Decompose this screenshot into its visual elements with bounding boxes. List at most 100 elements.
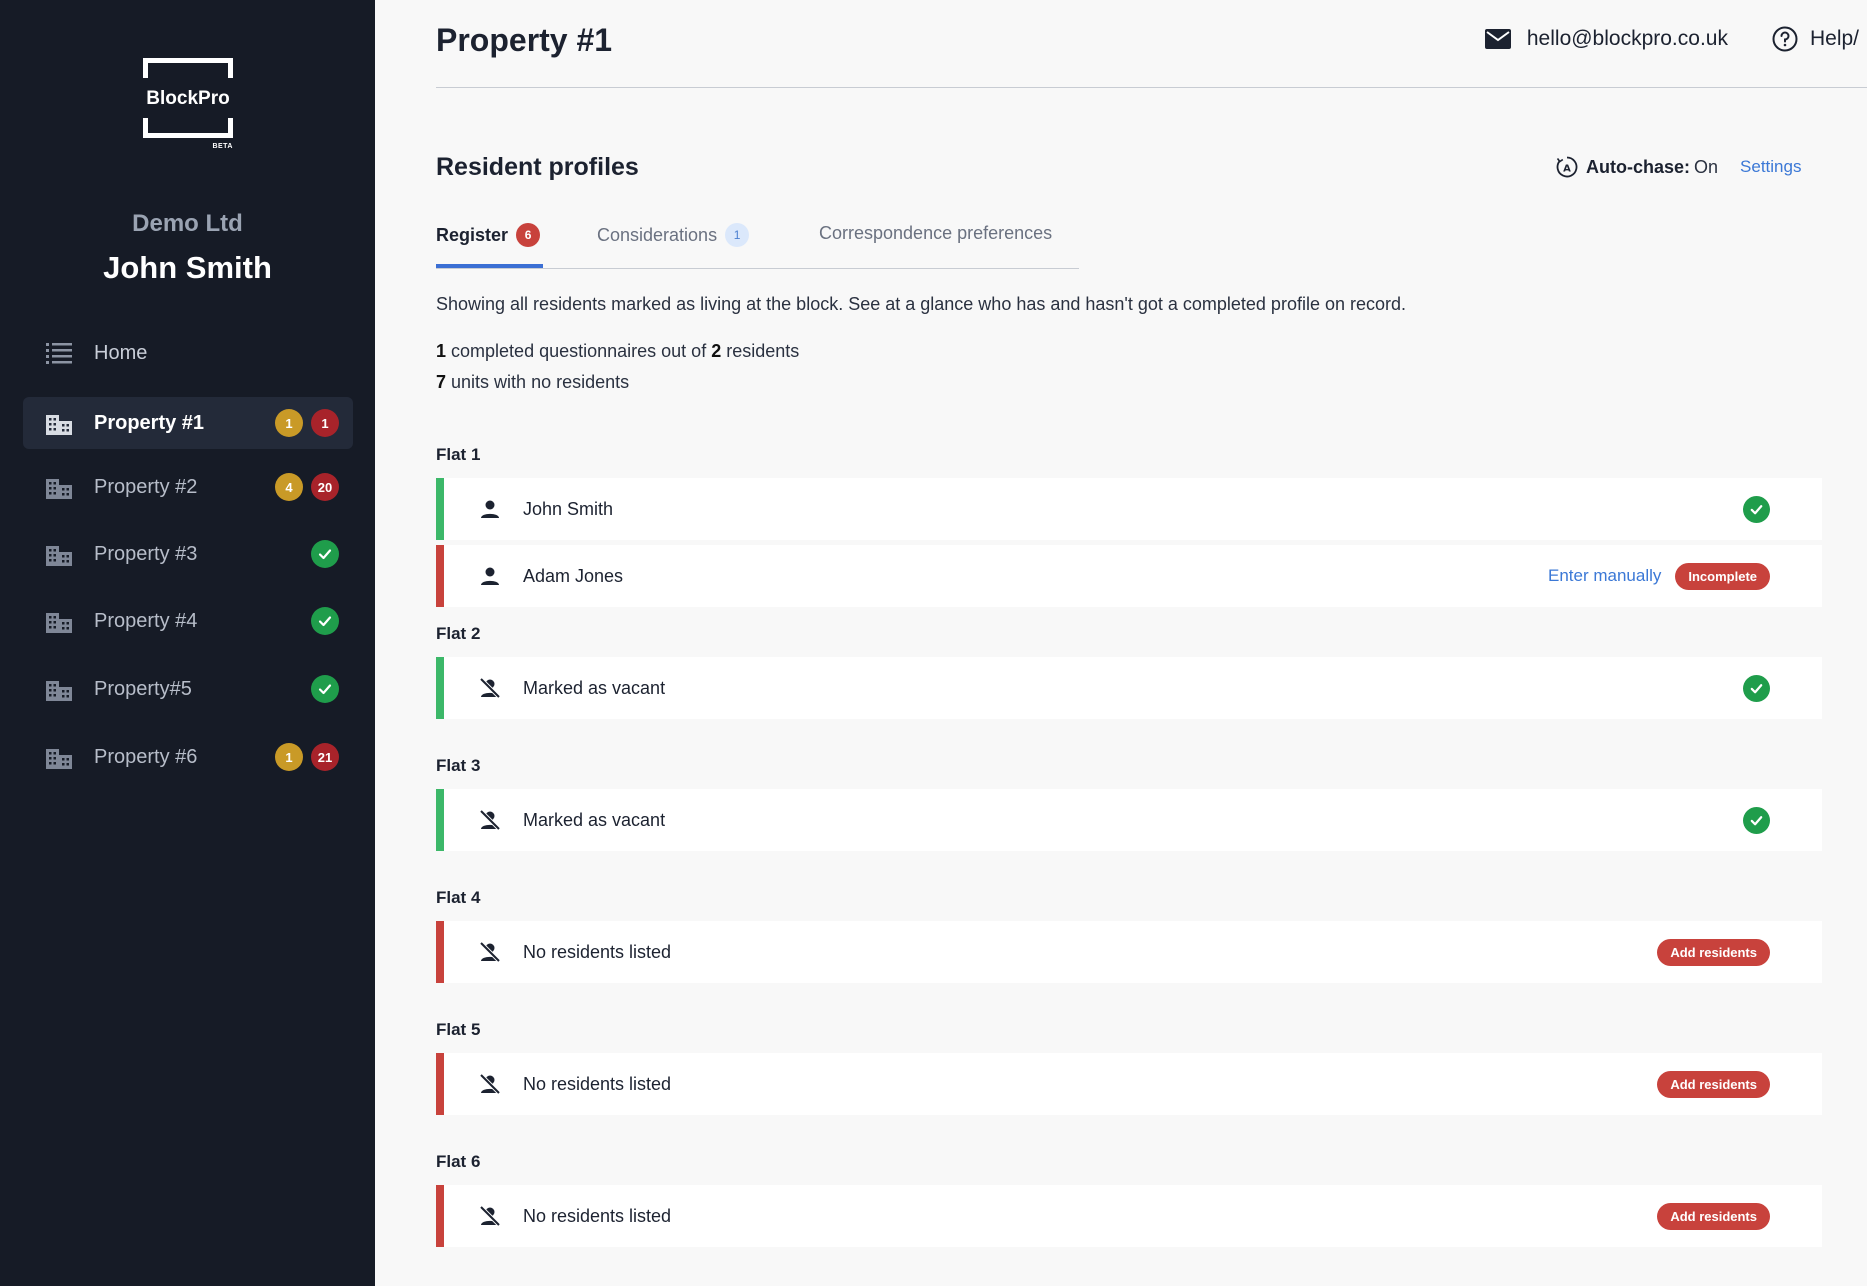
nav-property-label: Property #3 bbox=[94, 542, 198, 565]
no-person-icon bbox=[477, 1205, 503, 1227]
nav-property-label: Property #4 bbox=[94, 609, 198, 632]
user-name: John Smith bbox=[103, 250, 272, 285]
add-residents-button[interactable]: Add residents bbox=[1657, 1070, 1770, 1098]
help-label: Help/ bbox=[1809, 27, 1859, 50]
pending-count-badge: 1 bbox=[275, 409, 303, 437]
header-divider bbox=[436, 87, 1867, 88]
residents-text: residents bbox=[726, 341, 800, 361]
add-residents-button[interactable]: Add residents bbox=[1657, 938, 1770, 966]
nav-property-label: Property #6 bbox=[94, 745, 198, 768]
empty-units-text: units with no residents bbox=[451, 372, 630, 392]
blockpro-logo[interactable]: BlockPro BETA bbox=[143, 58, 233, 150]
vacancy-text: Marked as vacant bbox=[523, 677, 666, 698]
section-title: Resident profiles bbox=[436, 153, 639, 181]
no-person-icon bbox=[477, 941, 503, 963]
flat-label: Flat 3 bbox=[436, 756, 481, 775]
tab-label: Correspondence preferences bbox=[819, 223, 1053, 243]
logo-bracket-bottom bbox=[143, 118, 233, 138]
empty-unit-text: No residents listed bbox=[523, 1073, 672, 1094]
completed-text: completed questionnaires out of bbox=[451, 341, 707, 361]
alert-count-badge: 1 bbox=[311, 409, 339, 437]
check-circle-icon bbox=[1743, 806, 1770, 834]
register-description: Showing all residents marked as living a… bbox=[436, 294, 1407, 314]
header-actions: hello@blockpro.co.uk Help/ bbox=[1484, 26, 1867, 52]
empty-unit-row[interactable]: No residents listed Add residents bbox=[436, 1185, 1822, 1247]
empty-unit-text: No residents listed bbox=[523, 1205, 672, 1226]
vacancy-row[interactable]: Marked as vacant bbox=[436, 657, 1822, 719]
auto-chase-status: A Auto-chase: On Settings bbox=[1556, 156, 1801, 178]
flat-label: Flat 1 bbox=[436, 445, 481, 464]
incomplete-badge: Incomplete bbox=[1675, 562, 1770, 590]
resident-row[interactable]: Adam Jones Enter manually Incomplete bbox=[436, 545, 1822, 607]
nav-property-label: Property#5 bbox=[94, 677, 192, 700]
check-circle-icon bbox=[311, 607, 339, 635]
check-circle-icon bbox=[1743, 495, 1770, 523]
logo-bracket-top bbox=[143, 58, 233, 78]
help-circle-icon bbox=[1772, 26, 1798, 52]
add-residents-button[interactable]: Add residents bbox=[1657, 1202, 1770, 1230]
building-icon bbox=[46, 613, 72, 633]
nav-property-1[interactable]: Property #1 1 1 bbox=[23, 397, 353, 449]
nav-home[interactable]: Home bbox=[46, 335, 147, 371]
nav-property-6[interactable]: Property #6 1 21 bbox=[23, 731, 353, 783]
nav-home-label: Home bbox=[94, 341, 148, 364]
residents-count: 2 bbox=[711, 341, 722, 361]
contact-email-link[interactable]: hello@blockpro.co.uk bbox=[1484, 27, 1728, 51]
help-link[interactable]: Help/ bbox=[1772, 26, 1859, 52]
tab-considerations[interactable]: Considerations 1 bbox=[597, 223, 750, 247]
pending-count-badge: 1 bbox=[275, 743, 303, 771]
nav-property-4[interactable]: Property #4 bbox=[23, 595, 353, 647]
building-icon bbox=[46, 681, 72, 701]
sidebar: BlockPro BETA Demo Ltd John Smith Home P… bbox=[0, 0, 375, 1286]
nav-property-label: Property #1 bbox=[94, 411, 205, 434]
empty-units-stat: 7 units with no residents bbox=[436, 372, 629, 393]
vacancy-row[interactable]: Marked as vacant bbox=[436, 789, 1822, 851]
enter-manually-link[interactable]: Enter manually bbox=[1548, 566, 1661, 586]
tab-label: Register bbox=[436, 224, 509, 245]
tab-register[interactable]: Register 6 bbox=[436, 223, 541, 247]
auto-chase-value: On bbox=[1694, 156, 1719, 177]
empty-unit-row[interactable]: No residents listed Add residents bbox=[436, 921, 1822, 983]
check-circle-icon bbox=[311, 540, 339, 568]
flat-label: Flat 6 bbox=[436, 1152, 481, 1171]
company-name: Demo Ltd bbox=[132, 210, 243, 237]
tab-count-badge: 1 bbox=[725, 223, 750, 247]
building-icon bbox=[46, 546, 72, 566]
vacancy-text: Marked as vacant bbox=[523, 809, 666, 830]
settings-link[interactable]: Settings bbox=[1740, 157, 1801, 177]
active-tab-indicator bbox=[436, 264, 543, 268]
alert-count-badge: 20 bbox=[311, 473, 339, 501]
logo-text: BlockPro bbox=[146, 88, 230, 109]
pending-count-badge: 4 bbox=[275, 473, 303, 501]
resident-name: Adam Jones bbox=[523, 565, 624, 586]
beta-label: BETA bbox=[212, 143, 233, 150]
no-person-icon bbox=[477, 1073, 503, 1095]
nav-property-3[interactable]: Property #3 bbox=[23, 528, 353, 580]
no-person-icon bbox=[477, 809, 503, 831]
profile-tabs: Register 6 Considerations 1 Corresponden… bbox=[436, 220, 1079, 269]
building-icon bbox=[46, 479, 72, 499]
flat-label: Flat 5 bbox=[436, 1020, 481, 1039]
completed-stat: 1 completed questionnaires out of 2 resi… bbox=[436, 341, 799, 362]
mail-icon bbox=[1484, 29, 1511, 49]
building-icon bbox=[46, 749, 72, 769]
page-title: Property #1 bbox=[436, 22, 613, 58]
auto-mode-icon: A bbox=[1556, 156, 1578, 178]
svg-text:A: A bbox=[1563, 164, 1571, 175]
person-icon bbox=[477, 566, 503, 586]
empty-units-count: 7 bbox=[436, 372, 447, 392]
tab-correspondence-preferences[interactable]: Correspondence preferences bbox=[819, 223, 1052, 244]
alert-count-badge: 21 bbox=[311, 743, 339, 771]
resident-row[interactable]: John Smith bbox=[436, 478, 1822, 540]
completed-count: 1 bbox=[436, 341, 447, 361]
tab-count-badge: 6 bbox=[516, 223, 541, 247]
resident-name: John Smith bbox=[523, 498, 614, 519]
check-circle-icon bbox=[311, 675, 339, 703]
tab-label: Considerations bbox=[597, 224, 718, 245]
nav-property-label: Property #2 bbox=[94, 475, 198, 498]
nav-property-5[interactable]: Property#5 bbox=[23, 663, 353, 715]
nav-property-2[interactable]: Property #2 4 20 bbox=[23, 461, 353, 513]
contact-email: hello@blockpro.co.uk bbox=[1526, 27, 1728, 50]
no-person-icon bbox=[477, 677, 503, 699]
empty-unit-row[interactable]: No residents listed Add residents bbox=[436, 1053, 1822, 1115]
